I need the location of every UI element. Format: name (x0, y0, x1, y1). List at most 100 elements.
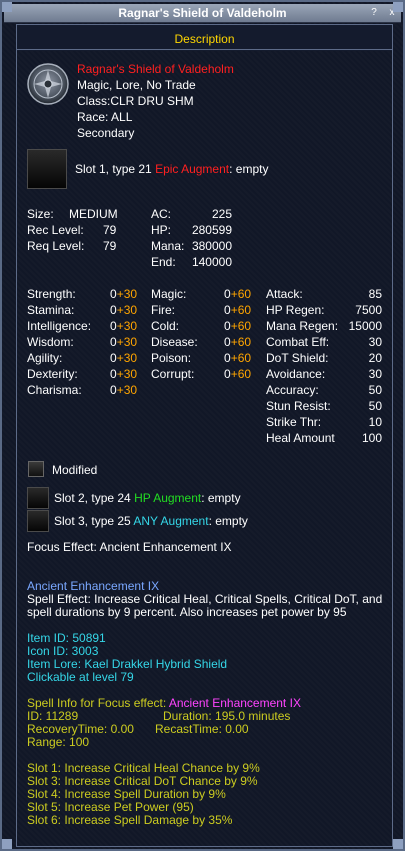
mod-label: DoT Shield: (266, 351, 329, 365)
resist-label: Cold: (151, 319, 180, 333)
section-title: Description (174, 32, 235, 46)
resist-label: Corrupt: (151, 367, 195, 381)
stat-base: 0 (110, 383, 117, 397)
resist-value: 0+60 (224, 319, 251, 333)
mod-label: Stun Resist: (266, 399, 331, 413)
resist-bonus: +60 (230, 367, 252, 381)
stat-bonus: +30 (116, 367, 138, 381)
clickable-level: Clickable at level 79 (27, 670, 134, 684)
resist-value: 0+60 (224, 287, 251, 301)
resist-base: 0 (224, 351, 231, 365)
stat-label: Stamina: (27, 303, 75, 317)
window-corner-ornament (393, 839, 403, 849)
mod-value: 100 (361, 431, 382, 445)
spell-info-recast: RecastTime: 0.00 (155, 722, 249, 736)
mod-value: 50 (368, 383, 382, 397)
mod-label: HP Regen: (266, 303, 325, 317)
augment-slot-3-label: Slot 3, type 25 (54, 514, 134, 528)
resist-bonus: +60 (230, 319, 252, 333)
augment-slot-3[interactable] (27, 510, 49, 532)
stat-label: Intelligence: (27, 319, 92, 333)
stat-base: 0 (110, 367, 117, 381)
rec-level-label: Rec Level: (27, 223, 84, 237)
item-id: Item ID: 50891 (27, 631, 106, 645)
spell-slot-line: Slot 4: Increase Spell Duration by 9% (27, 787, 226, 801)
augment-slot-3-status: : empty (208, 514, 248, 528)
augment-slot-2[interactable] (27, 487, 49, 509)
stat-value: 0+30 (110, 335, 137, 349)
stat-bonus: +30 (116, 319, 138, 333)
augment-slot-1[interactable] (27, 149, 67, 189)
stat-base: 0 (110, 287, 117, 301)
stat-base: 0 (110, 319, 117, 333)
help-button[interactable]: ? (368, 7, 380, 19)
window-corner-ornament (393, 2, 403, 12)
augment-slot-3-text: Slot 3, type 25 ANY Augment: empty (54, 514, 248, 528)
resist-value: 0+60 (224, 335, 251, 349)
item-flags: Magic, Lore, No Trade (77, 78, 196, 92)
resist-value: 0+60 (224, 351, 251, 365)
mod-label: Heal Amount (266, 431, 335, 445)
mod-label: Attack: (266, 287, 303, 301)
ac-value: 225 (211, 207, 232, 221)
stat-value: 0+30 (110, 303, 137, 317)
item-class: Class:CLR DRU SHM (77, 94, 194, 108)
resist-bonus: +60 (230, 335, 252, 349)
mod-value: 50 (368, 399, 382, 413)
spell-effect-line1: Spell Effect: Increase Critical Heal, Cr… (27, 592, 383, 606)
resist-base: 0 (224, 335, 231, 349)
stat-base: 0 (110, 335, 117, 349)
spell-slot-line: Slot 6: Increase Spell Damage by 35% (27, 813, 233, 827)
window-corner-ornament (2, 2, 12, 12)
augment-slot-2-text: Slot 2, type 24 HP Augment: empty (54, 491, 241, 505)
title-bar[interactable]: Ragnar's Shield of Valdeholm ? x (4, 4, 401, 23)
mod-label: Avoidance: (266, 367, 326, 381)
mod-label: Combat Eff: (266, 335, 330, 349)
resist-value: 0+60 (224, 367, 251, 381)
item-display-window: Ragnar's Shield of Valdeholm ? x Descrip… (0, 0, 405, 851)
mod-value: 85 (368, 287, 382, 301)
resist-bonus: +60 (230, 351, 252, 365)
stat-bonus: +30 (116, 351, 138, 365)
stat-label: Strength: (27, 287, 76, 301)
req-level-value: 79 (103, 239, 117, 253)
stat-label: Charisma: (27, 383, 82, 397)
spell-info-range: Range: 100 (27, 735, 90, 749)
stat-base: 0 (110, 303, 117, 317)
stat-bonus: +30 (116, 383, 138, 397)
augment-slot-2-label: Slot 2, type 24 (54, 491, 135, 505)
spell-info-prefix: Spell Info for Focus effect: (27, 696, 169, 710)
spell-name: Ancient Enhancement IX (27, 579, 160, 593)
window-title: Ragnar's Shield of Valdeholm (118, 6, 287, 20)
stat-value: 0+30 (110, 351, 137, 365)
mod-label: Mana Regen: (266, 319, 339, 333)
spell-info-header: Spell Info for Focus effect: Ancient Enh… (27, 696, 301, 710)
shield-icon[interactable] (26, 62, 70, 106)
description-header: Description (16, 24, 393, 51)
stat-bonus: +30 (116, 303, 138, 317)
resist-value: 0+60 (224, 303, 251, 317)
spell-info-duration: Duration: 195.0 minutes (163, 709, 291, 723)
augment-slot-3-type: ANY Augment (133, 514, 209, 528)
icon-id: Icon ID: 3003 (27, 644, 99, 658)
size-label: Size: (27, 207, 54, 221)
focus-effect: Focus Effect: Ancient Enhancement IX (27, 540, 232, 554)
augment-slot-2-status: : empty (201, 491, 241, 505)
item-lore: Item Lore: Kael Drakkel Hybrid Shield (27, 657, 228, 671)
end-label: End: (151, 255, 176, 269)
stat-bonus: +30 (116, 287, 138, 301)
mod-value: 15000 (348, 319, 382, 333)
window-corner-ornament (2, 839, 12, 849)
stat-label: Wisdom: (27, 335, 74, 349)
stat-value: 0+30 (110, 319, 137, 333)
mod-value: 7500 (355, 303, 382, 317)
resist-base: 0 (224, 287, 231, 301)
stat-bonus: +30 (116, 335, 138, 349)
spell-effect-line2: spell durations by 9 percent. Also incre… (27, 605, 347, 619)
req-level-label: Req Level: (27, 239, 85, 253)
modified-checkbox[interactable] (28, 461, 44, 477)
resist-bonus: +60 (230, 287, 252, 301)
resist-label: Magic: (151, 287, 187, 301)
item-slot-type: Secondary (77, 126, 135, 140)
stat-value: 0+30 (110, 367, 137, 381)
